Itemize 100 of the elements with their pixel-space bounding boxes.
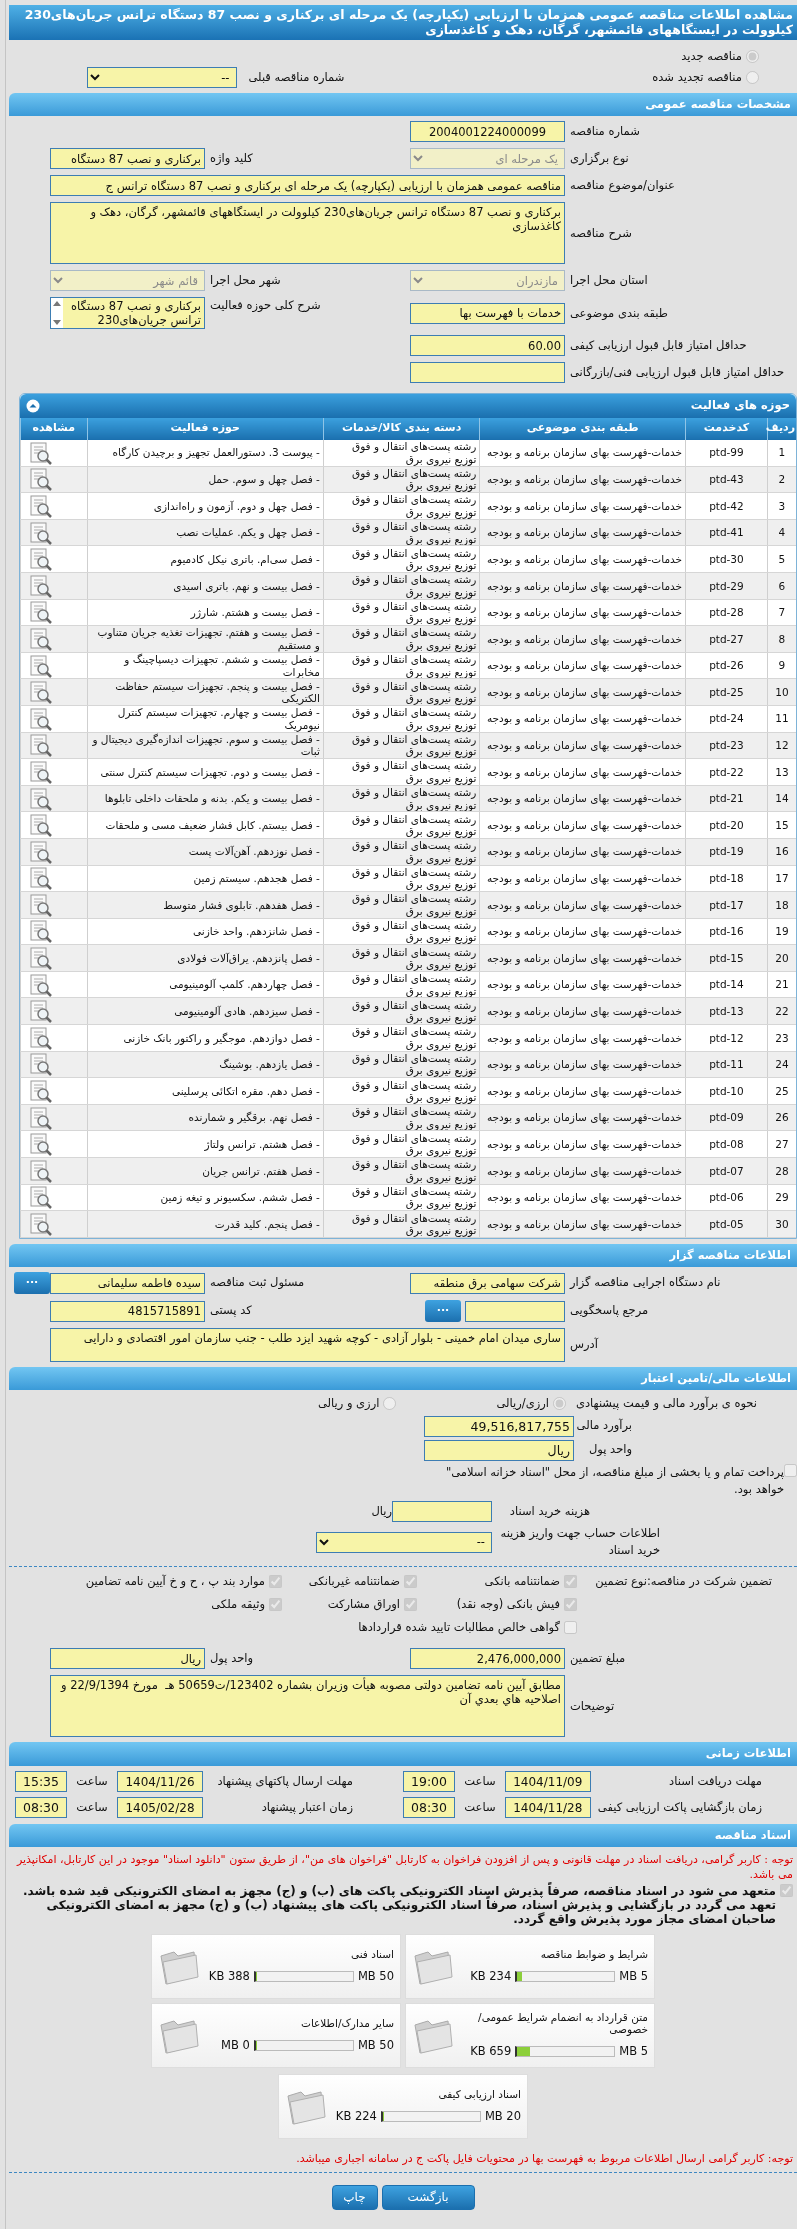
view-icon[interactable] (28, 494, 52, 518)
view-icon[interactable] (28, 733, 52, 758)
view-icon[interactable] (28, 547, 52, 572)
input-field[interactable]: برکناری و نصب 87 دستگاه (50, 148, 205, 170)
table-cell: رشته پست‌های انتقال و فوق توزیع نیروی برق (323, 466, 480, 493)
view-icon[interactable] (28, 919, 52, 944)
view-icon[interactable] (28, 1105, 52, 1130)
table-cell: رشته پست‌های انتقال و فوق توزیع نیروی برق (323, 918, 480, 945)
date-field[interactable]: 1404/11/09 (504, 1771, 591, 1793)
table-cell: - فصل بیست و یکم. بدنه و ملحقات داخلی تابلوها (87, 785, 324, 812)
input-field[interactable]: 2004001224000099 (410, 121, 565, 143)
view-icon[interactable] (28, 839, 52, 864)
input-field[interactable] (410, 362, 565, 384)
input-field[interactable]: ریال (424, 1439, 574, 1461)
table-cell: 18 (767, 891, 796, 919)
view-icon[interactable] (28, 440, 52, 465)
max-size: 20 MB (484, 2107, 521, 2125)
input-field[interactable]: خدمات با فهرست بها (410, 302, 565, 324)
list-box[interactable]: برکناری و نصب 87 دستگاه ترانس جریان‌های230 (50, 297, 205, 330)
time-field[interactable]: 19:00 (403, 1771, 455, 1793)
table-cell: رشته پست‌های انتقال و فوق توزیع نیروی برق (323, 891, 480, 919)
table-cell: رشته پست‌های انتقال و فوق توزیع نیروی برق (323, 678, 480, 706)
dropdown[interactable]: -- (316, 1531, 492, 1553)
view-icon[interactable] (28, 1185, 52, 1210)
input-field[interactable]: 2,476,000,000 (410, 1648, 565, 1670)
text-area[interactable]: مطابق آیین نامه تضامین دولتی مصوبه هیأت وزیران بشماره 123402/ت50659 هـ مورخ 22/9/1394 و اصلاحیه هاي بعدي آن (50, 1675, 565, 1738)
commitment-text: متعهد می شود در اسناد مناقصه، صرفاً پذیرش اسناد الکترونیکی پاکت های (ب) و (ج) مجهز به امضای الکترونیکی قید شده باشد. تعهد می گردد در بازگشایی و پذیرش اسناد، صرفاً اسناد الکترونیکی پاکت های پیشنهاد (ب) و (ج) مجهز به امضای الکترونیکی صاحبان امضای مجاز مورد پذیرش واقع گردد. (22, 1883, 776, 1926)
input-field[interactable]: 49,516,817,755 (424, 1415, 574, 1437)
dropdown[interactable]: -- (86, 67, 237, 88)
action-button[interactable]: چاپ (331, 2184, 378, 2210)
view-icon[interactable] (28, 626, 52, 651)
view-icon[interactable] (28, 892, 52, 917)
table-cell: - فصل چهل و یکم. عملیات نصب (87, 519, 324, 546)
field-label: نام دستگاه اجرایی مناقصه گزار (568, 1274, 722, 1292)
input-field[interactable]: ریال (50, 1648, 205, 1670)
field-label: شماره مناقصه (569, 123, 641, 141)
input-field[interactable] (392, 1501, 492, 1523)
table-cell: 22 (767, 997, 796, 1025)
text-area[interactable]: ساری میدان امام خمینی - بلوار آزادی - کوچه شهید ایزد طلب - جنب سازمان امور اقتصادی و دارایی (50, 1328, 565, 1363)
view-icon[interactable] (28, 1079, 52, 1104)
date-field[interactable]: 1404/11/26 (117, 1771, 203, 1793)
field-label: ساعت (75, 1772, 109, 1790)
input-field[interactable]: 4815715891 (50, 1300, 205, 1322)
view-icon[interactable] (28, 653, 52, 678)
input-field[interactable] (465, 1300, 565, 1322)
view-icon[interactable] (28, 1052, 52, 1077)
table-cell: ptd-09 (685, 1104, 768, 1131)
field-label: مبلغ تضمین (569, 1650, 627, 1668)
table-cell: ptd-23 (685, 732, 768, 759)
view-icon[interactable] (28, 520, 52, 545)
time-field[interactable]: 08:30 (403, 1797, 455, 1819)
view-icon[interactable] (28, 680, 52, 705)
view-icon[interactable] (28, 1158, 52, 1183)
time-field[interactable]: 15:35 (15, 1771, 67, 1793)
table-cell: 23 (767, 1024, 796, 1052)
view-icon[interactable] (28, 759, 52, 784)
view-icon[interactable] (28, 786, 52, 811)
browse-button[interactable]: ... (425, 1300, 461, 1323)
view-icon[interactable] (28, 972, 52, 997)
field-label: حداقل امتیاز قابل قبول ارزیابی فنی/بازرگانی (569, 364, 786, 382)
view-icon[interactable] (28, 706, 52, 731)
table-cell: - فصل بیست و ششم. تجهیزات دیسپاچینگ و مخابرات (87, 652, 324, 679)
table-cell: ptd-24 (685, 705, 768, 733)
view-icon[interactable] (28, 999, 52, 1024)
time-field[interactable]: 08:30 (15, 1797, 67, 1819)
view-icon[interactable] (28, 467, 52, 492)
table-cell: رشته پست‌های انتقال و فوق توزیع نیروی برق (323, 732, 480, 759)
table-cell: خدمات-فهرست بهای سازمان برنامه و بودجه (479, 466, 686, 493)
table-cell: 16 (767, 838, 796, 865)
collapse-icon[interactable] (26, 398, 40, 413)
table-cell: خدمات-فهرست بهای سازمان برنامه و بودجه (479, 758, 686, 786)
table-cell: ptd-26 (685, 652, 768, 679)
table-cell: رشته پست‌های انتقال و فوق توزیع نیروی برق (323, 572, 480, 600)
input-field[interactable]: سیده فاطمه سلیمانی (50, 1272, 205, 1294)
table-cell: - فصل بیست و دوم. تجهیزات سیستم کنترل سنتی (87, 758, 324, 786)
view-icon[interactable] (28, 1212, 52, 1236)
field-label: مهلت دریافت اسناد (668, 1772, 762, 1790)
date-field[interactable]: 1404/11/28 (504, 1797, 591, 1819)
table-cell: رشته پست‌های انتقال و فوق توزیع نیروی برق (323, 492, 480, 520)
date-field[interactable]: 1405/02/28 (117, 1797, 203, 1819)
table-cell: رشته پست‌های انتقال و فوق توزیع نیروی برق (323, 758, 480, 786)
input-field[interactable]: مناقصه عمومی همزمان با ارزیابی (یکپارچه) یک مرحله ای برکناری و نصب 87 دستگاه ترانس ج (50, 175, 565, 197)
input-field[interactable]: 60.00 (410, 335, 565, 357)
view-icon[interactable] (28, 1132, 52, 1157)
table-cell: ptd-20 (685, 811, 768, 839)
table-cell: 25 (767, 1077, 796, 1105)
table-cell: 29 (767, 1184, 796, 1211)
view-icon[interactable] (28, 813, 52, 838)
view-icon[interactable] (28, 573, 52, 598)
input-field[interactable]: شرکت سهامی برق منطقه (410, 1272, 565, 1294)
field-label: مهلت ارسال پاکتهای پیشنهاد (216, 1772, 353, 1790)
text-area[interactable]: برکناری و نصب 87 دستگاه ترانس جریان‌های230 کیلوولت در ایستگاههای قائمشهر، گرگان، دهک و کاغذسازی (50, 202, 565, 265)
view-icon[interactable] (28, 866, 52, 891)
view-icon[interactable] (28, 946, 52, 971)
table-cell: خدمات-فهرست بهای سازمان برنامه و بودجه (479, 625, 686, 653)
browse-button[interactable]: ... (14, 1272, 50, 1295)
action-button[interactable]: بازگشت (381, 2184, 475, 2210)
view-icon[interactable] (28, 1025, 52, 1050)
table-cell: 3 (767, 492, 796, 520)
view-icon[interactable] (28, 600, 52, 625)
